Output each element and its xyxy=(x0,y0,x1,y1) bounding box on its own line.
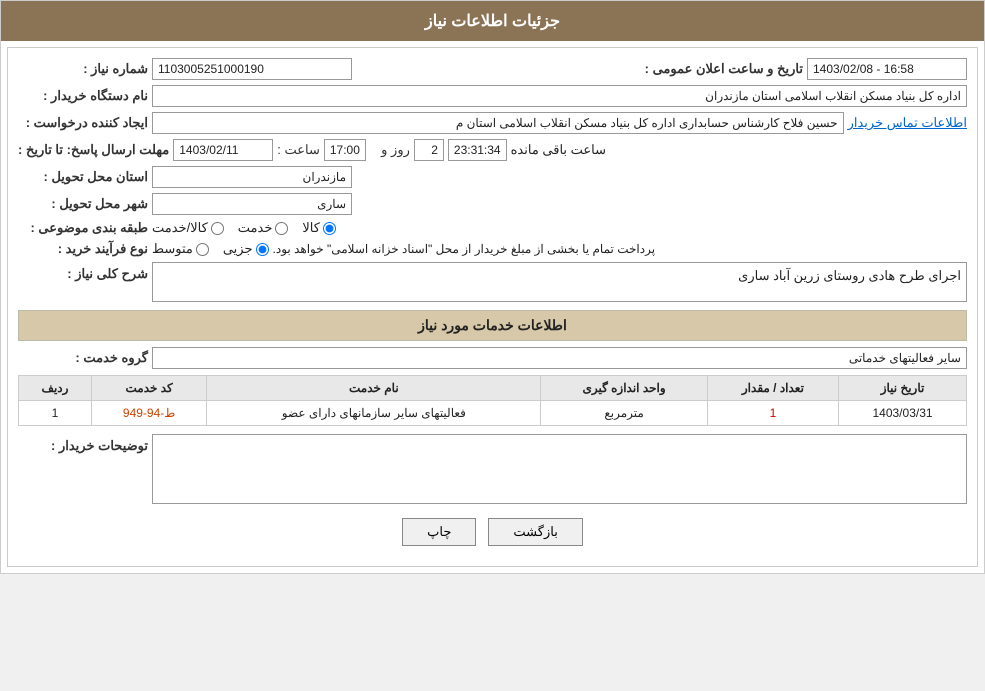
row-noeFarayand: نوع فرآیند خرید : متوسط جزیی پرداخت تمام… xyxy=(18,241,967,257)
print-button[interactable]: چاپ xyxy=(402,518,476,546)
row-groheKhadamat: گروه خدمت : سایر فعالیتهای خدماتی xyxy=(18,347,967,369)
col-vahed: واحد اندازه گیری xyxy=(541,376,707,401)
page-wrapper: جزئیات اطلاعات نیاز شماره نیاز : 1103005… xyxy=(0,0,985,574)
radio-jozi-label: جزیی xyxy=(223,241,253,257)
tosihKharidar-label: توضیحات خریدار : xyxy=(18,438,148,454)
radio-jozi: جزیی xyxy=(223,241,269,257)
roz-value: 2 xyxy=(414,139,444,161)
radio-khedmat: خدمت xyxy=(238,220,289,236)
groheKhadamat-label: گروه خدمت : xyxy=(18,350,148,366)
shahr-label: شهر محل تحویل : xyxy=(18,196,148,212)
col-tedad: تعداد / مقدار xyxy=(707,376,838,401)
radio-kala-label: کالا xyxy=(302,220,320,236)
row-tosih: توضیحات خریدار : xyxy=(18,434,967,504)
row-namDasgah: نام دستگاه خریدار : اداره کل بنیاد مسکن … xyxy=(18,85,967,107)
table-row: 1403/03/31 1 مترمربع فعالیتهای سایر سازم… xyxy=(19,401,967,426)
button-row: بازگشت چاپ xyxy=(18,518,967,546)
row-mohlatIrsal: مهلت ارسال پاسخ: تا تاریخ : 1403/02/11 س… xyxy=(18,139,967,161)
row-shomareNiaz: شماره نیاز : 1103005251000190 تاریخ و سا… xyxy=(18,58,967,80)
radio-kala-input[interactable] xyxy=(323,222,336,235)
ostan-label: استان محل تحویل : xyxy=(18,169,148,185)
shomareNiaz-label: شماره نیاز : xyxy=(18,61,148,77)
ostan-value: مازندران xyxy=(152,166,352,188)
radio-kala: کالا xyxy=(302,220,336,236)
radio-kalaKhedmat-label: کالا/خدمت xyxy=(152,220,208,236)
mohlatIrsal-label: مهلت ارسال پاسخ: تا تاریخ : xyxy=(18,142,169,158)
col-kodKhedmat: کد خدمت xyxy=(91,376,206,401)
col-tarikh: تاریخ نیاز xyxy=(839,376,967,401)
cell-namKhedmat: فعالیتهای سایر سازمانهای دارای عضو xyxy=(207,401,541,426)
saat-label: ساعت : xyxy=(277,142,320,158)
radio-kalaKhedmat: کالا/خدمت xyxy=(152,220,224,236)
tarikh-value: 1403/02/08 - 16:58 xyxy=(807,58,967,80)
saat-value: 17:00 xyxy=(324,139,366,161)
countdown-suffix: ساعت باقی مانده xyxy=(511,142,606,158)
row-ijadKonande: ایجاد کننده درخواست : حسین فلاح کارشناس … xyxy=(18,112,967,134)
tabaghe-label: طبقه بندی موضوعی : xyxy=(18,220,148,236)
roz-label: روز و xyxy=(370,142,410,158)
radio-kalaKhedmat-input[interactable] xyxy=(211,222,224,235)
radio-khedmat-input[interactable] xyxy=(275,222,288,235)
ijadKonande-label: ایجاد کننده درخواست : xyxy=(18,115,148,131)
cell-tedad: 1 xyxy=(707,401,838,426)
sharhKoli-box: اجرای طرح هادی روستای زرین آباد ساری xyxy=(152,262,967,302)
tarikh-label: تاریخ و ساعت اعلان عمومی : xyxy=(623,61,803,77)
tabaghe-radios: کالا/خدمت خدمت کالا xyxy=(152,220,336,236)
page-title: جزئیات اطلاعات نیاز xyxy=(425,13,560,30)
namDasgah-label: نام دستگاه خریدار : xyxy=(18,88,148,104)
row-shahr: شهر محل تحویل : ساری xyxy=(18,193,967,215)
services-table: تاریخ نیاز تعداد / مقدار واحد اندازه گیر… xyxy=(18,375,967,426)
ijadKonande-link[interactable]: اطلاعات تماس خریدار xyxy=(848,115,967,131)
col-namKhedmat: نام خدمت xyxy=(207,376,541,401)
row-ostan: استان محل تحویل : مازندران xyxy=(18,166,967,188)
back-button[interactable]: بازگشت xyxy=(488,518,582,546)
cell-tarikh: 1403/03/31 xyxy=(839,401,967,426)
radio-khedmat-label: خدمت xyxy=(238,220,273,236)
col-radif: ردیف xyxy=(19,376,92,401)
radio-mottaset: متوسط xyxy=(152,241,209,257)
countdown-value: 23:31:34 xyxy=(448,139,507,161)
tarikh2-value: 1403/02/11 xyxy=(173,139,273,161)
section-khadamat-title: اطلاعات خدمات مورد نیاز xyxy=(18,310,967,341)
sharhKoli-value: اجرای طرح هادی روستای زرین آباد ساری xyxy=(738,268,961,283)
noeFarayand-note: پرداخت تمام یا بخشی از مبلغ خریدار از مح… xyxy=(273,242,656,256)
ijadKonande-value: حسین فلاح کارشناس حسابداری اداره کل بنیا… xyxy=(152,112,844,134)
farayand-radios: متوسط جزیی xyxy=(152,241,269,257)
tosihKharidar-textarea[interactable] xyxy=(152,434,967,504)
radio-mottaset-label: متوسط xyxy=(152,241,193,257)
shomareNiaz-value: 1103005251000190 xyxy=(152,58,352,80)
row-sharhKoli: شرح کلی نیاز : اجرای طرح هادی روستای زری… xyxy=(18,262,967,302)
groheKhadamat-value: سایر فعالیتهای خدماتی xyxy=(152,347,967,369)
main-content: شماره نیاز : 1103005251000190 تاریخ و سا… xyxy=(7,47,978,567)
sharhKoli-label: شرح کلی نیاز : xyxy=(18,266,148,282)
cell-radif: 1 xyxy=(19,401,92,426)
cell-vahed: مترمربع xyxy=(541,401,707,426)
cell-kodKhedmat: ط-94-949 xyxy=(91,401,206,426)
row-tabaghe: طبقه بندی موضوعی : کالا/خدمت خدمت کالا xyxy=(18,220,967,236)
namDasgah-value: اداره کل بنیاد مسکن انقلاب اسلامی استان … xyxy=(152,85,967,107)
noeFarayand-label: نوع فرآیند خرید : xyxy=(18,241,148,257)
page-header: جزئیات اطلاعات نیاز xyxy=(1,1,984,41)
radio-mottaset-input[interactable] xyxy=(196,243,209,256)
shahr-value: ساری xyxy=(152,193,352,215)
radio-jozi-input[interactable] xyxy=(256,243,269,256)
